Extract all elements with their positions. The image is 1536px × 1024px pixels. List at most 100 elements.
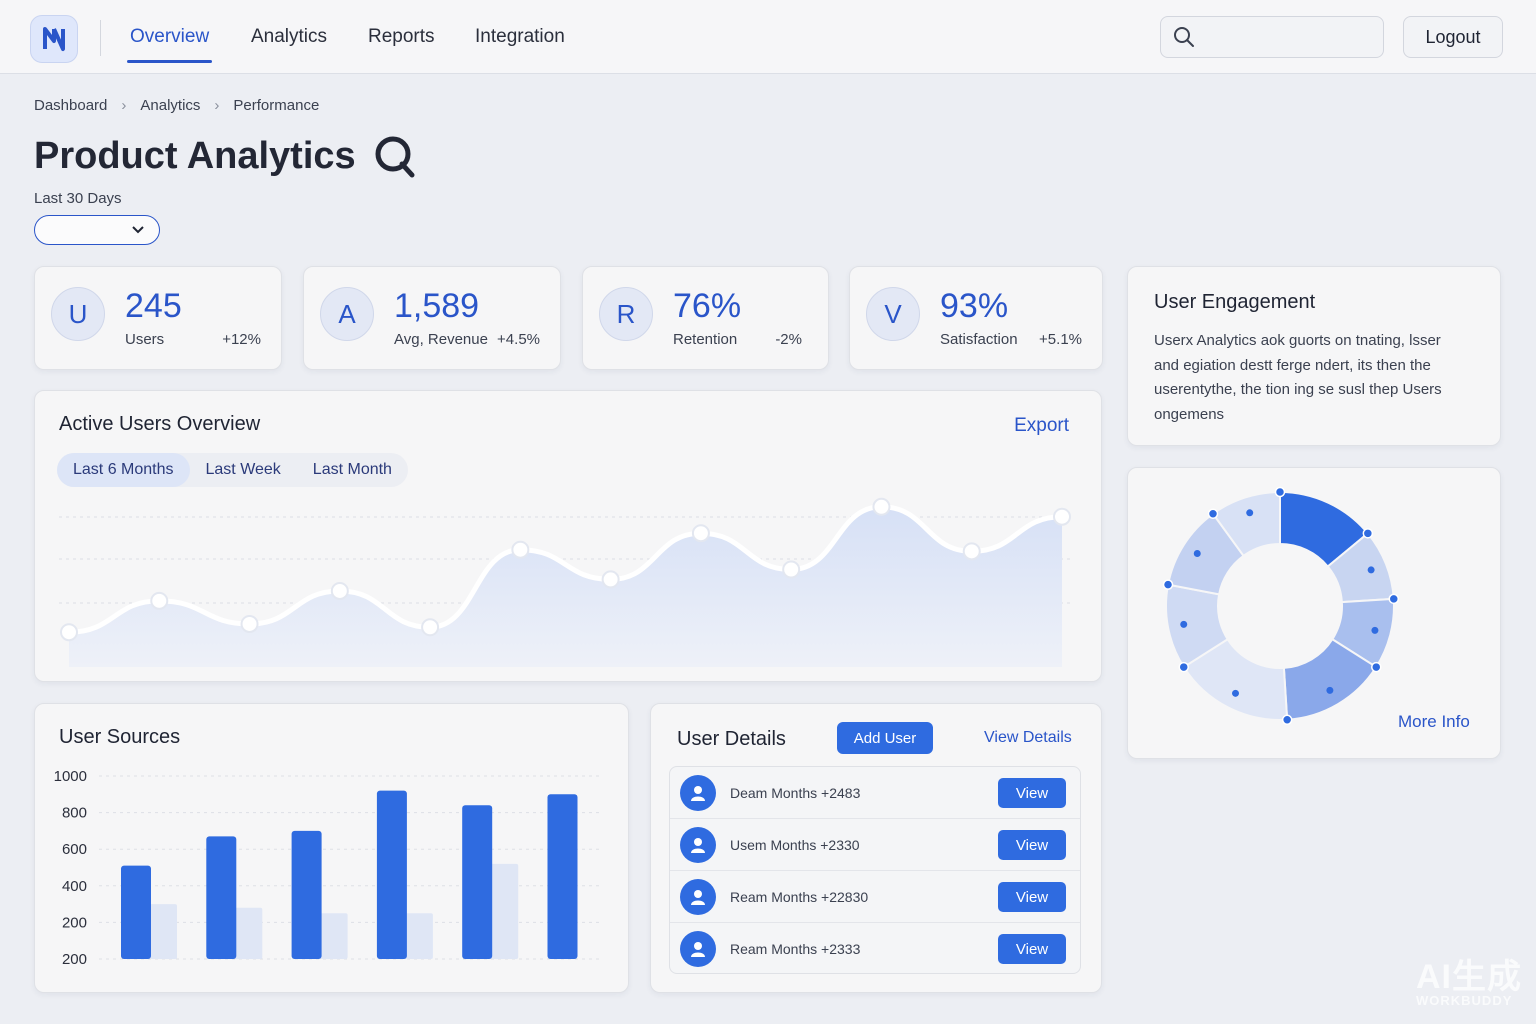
active-tab-indicator — [127, 60, 212, 63]
user-icon — [691, 942, 705, 957]
data-point — [872, 497, 891, 516]
range-tab-6-months[interactable]: Last 6 Months — [57, 453, 190, 487]
donut-chart-card: More Info — [1127, 467, 1501, 759]
user-avatar — [680, 931, 716, 967]
y-tick-label: 800 — [62, 805, 87, 822]
logout-button[interactable]: Logout — [1403, 16, 1503, 58]
tab-integration[interactable]: Integration — [475, 26, 565, 48]
view-button[interactable]: View — [998, 882, 1066, 912]
list-item: Deam Months +2483 View — [670, 767, 1080, 819]
slice-edge-dot — [1207, 508, 1219, 520]
y-tick-label: 600 — [62, 841, 87, 858]
data-point — [421, 618, 440, 637]
user-sources-card: User Sources 1000 800 600 400 200 200 — [34, 703, 629, 993]
tab-analytics[interactable]: Analytics — [251, 26, 327, 48]
bar-secondary — [319, 913, 348, 959]
kpi-value: 1,589 — [394, 287, 480, 325]
kpi-card-users[interactable]: U 245 Users +12% — [34, 266, 282, 370]
slice-marker — [1232, 689, 1240, 697]
user-icon — [691, 838, 705, 853]
kpi-card-satisfaction[interactable]: V 93% Satisfaction +5.1% — [849, 266, 1103, 370]
list-item: Ream Months +22830 View — [670, 871, 1080, 923]
user-icon — [691, 786, 705, 801]
slice-marker — [1193, 549, 1201, 557]
bar — [291, 830, 322, 959]
bar — [462, 805, 493, 959]
view-details-link[interactable]: View Details — [984, 729, 1072, 747]
kpi-avatar: A — [320, 287, 374, 341]
page-title-row: Product Analytics — [34, 134, 416, 178]
data-point — [782, 560, 801, 579]
engagement-description: Userx Analytics aok guorts on tnating, l… — [1154, 329, 1474, 427]
view-button[interactable]: View — [998, 778, 1066, 808]
user-details-card: User Details Add User View Details Deam … — [650, 703, 1102, 993]
kpi-label: Avg, Revenue — [394, 331, 488, 348]
kpi-avatar: V — [866, 287, 920, 341]
engagement-line: ongemens — [1154, 405, 1225, 423]
data-point — [511, 540, 530, 559]
search-input[interactable] — [1205, 28, 1375, 46]
kpi-value: 76% — [673, 287, 742, 325]
view-button[interactable]: View — [998, 934, 1066, 964]
export-link[interactable]: Export — [1014, 415, 1069, 437]
page-title: Product Analytics — [34, 134, 356, 177]
y-tick-label: 200 — [62, 914, 87, 931]
slice-marker — [1367, 566, 1375, 574]
engagement-line: Userx Analytics aok guorts on tnating, l… — [1154, 332, 1441, 349]
area-fill — [69, 506, 1062, 667]
chevron-down-icon — [132, 226, 144, 234]
view-button[interactable]: View — [998, 830, 1066, 860]
kpi-card-revenue[interactable]: A 1,589 Avg, Revenue +4.5% — [303, 266, 561, 370]
breadcrumb: Dashboard › Analytics › Performance — [34, 97, 319, 114]
slice-edge-dot — [1281, 714, 1293, 726]
search-box[interactable] — [1160, 16, 1384, 58]
watermark-line: AI生成 — [1416, 958, 1522, 996]
segment-donut-chart — [1162, 486, 1400, 726]
ai-watermark: AI生成 WORKBUDDY — [1416, 960, 1522, 1007]
add-user-button[interactable]: Add User — [837, 722, 933, 754]
user-icon — [691, 890, 705, 905]
y-tick-label: 400 — [62, 878, 87, 895]
slice-marker — [1246, 509, 1254, 517]
tab-overview[interactable]: Overview — [130, 26, 209, 48]
chevron-right-icon: › — [121, 97, 127, 114]
kpi-card-retention[interactable]: R 76% Retention -2% — [582, 266, 829, 370]
search-icon — [1174, 27, 1194, 47]
bar-secondary — [234, 907, 263, 959]
bar-secondary — [149, 904, 177, 959]
n-logo-icon — [43, 27, 65, 51]
user-engagement-card: User Engagement Userx Analytics aok guor… — [1127, 266, 1501, 446]
kpi-delta: -2% — [775, 331, 802, 348]
slice-marker — [1371, 626, 1379, 634]
data-point — [330, 581, 349, 600]
period-label: Last 30 Days — [34, 190, 122, 207]
active-users-card: Active Users Overview Export Last 6 Mont… — [34, 390, 1102, 682]
bar — [547, 794, 578, 959]
bar-secondary — [404, 913, 433, 959]
top-navigation-bar: Overview Analytics Reports Integration L… — [0, 0, 1536, 74]
data-point — [1053, 507, 1071, 526]
kpi-label: Satisfaction — [940, 331, 1018, 348]
slice-edge-dot — [1362, 528, 1374, 539]
range-tab-last-week[interactable]: Last Week — [190, 453, 297, 487]
app-logo[interactable] — [30, 15, 78, 63]
active-users-area-chart — [59, 497, 1073, 667]
user-list: Deam Months +2483 View Usem Months +2330… — [669, 766, 1081, 974]
y-tick-label: 200 — [62, 951, 87, 968]
slice-marker — [1326, 686, 1334, 694]
period-dropdown[interactable] — [34, 215, 160, 245]
search-icon[interactable] — [374, 134, 416, 178]
slice-edge-dot — [1274, 486, 1286, 498]
bar — [121, 865, 151, 959]
user-avatar — [680, 775, 716, 811]
chevron-right-icon: › — [214, 97, 220, 114]
breadcrumb-dashboard[interactable]: Dashboard — [34, 97, 107, 114]
tab-reports[interactable]: Reports — [368, 26, 435, 48]
breadcrumb-analytics[interactable]: Analytics — [140, 97, 200, 114]
card-title: User Sources — [59, 726, 181, 748]
kpi-label: Users — [125, 331, 165, 348]
more-info-link[interactable]: More Info — [1398, 712, 1470, 732]
range-tab-last-month[interactable]: Last Month — [297, 453, 408, 487]
user-name: Usem Months +2330 — [730, 837, 860, 853]
kpi-value: 245 — [125, 287, 182, 325]
